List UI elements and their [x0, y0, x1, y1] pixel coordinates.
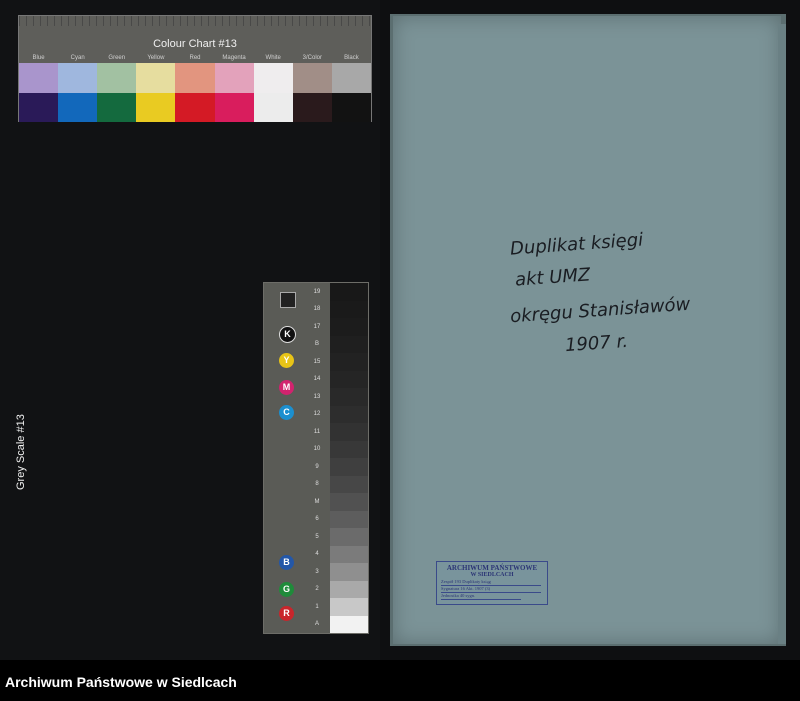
grey-step-number-3: 3 [315, 568, 319, 575]
patch-name-7: 3/Color [302, 55, 322, 61]
colour-chart-light-row [19, 63, 371, 93]
grey-step-number-11: 11 [313, 428, 321, 435]
stamp-line-1: ARCHIWUM PAŃSTWOWE [446, 564, 538, 572]
grey-step-number-18: 18 [313, 306, 321, 313]
patch-name-0: Blue [32, 55, 45, 61]
grey-step-17 [330, 318, 368, 336]
colour-chart-dark-row [19, 93, 371, 122]
grey-step-7 [330, 493, 368, 511]
grey-step-number-15: 15 [313, 358, 321, 365]
grey-scale-logo [280, 292, 296, 308]
colour-chart-title: Colour Chart #13 [153, 38, 237, 50]
channel-dot-c: C [279, 405, 294, 420]
grey-step-number-4: 4 [315, 551, 319, 558]
patch-name-3: Yellow [147, 55, 165, 61]
patch-name-5: Magenta [222, 55, 246, 61]
colour-chart-names: Blue Cyan Green Yellow Red Magenta White 3/Colo… [19, 54, 371, 63]
grey-step-14 [330, 370, 368, 388]
grey-step-number-1: 1 [315, 603, 319, 610]
grey-step-13 [330, 388, 368, 406]
grey-step-12 [330, 405, 368, 423]
channel-dot-k: K [279, 326, 296, 343]
light-patch-3 [136, 63, 176, 93]
grey-step-number-12: 12 [313, 411, 321, 418]
archive-stamp: ARCHIWUM PAŃSTWOWE W SIEDLCACH Zespół 19… [436, 561, 548, 605]
channel-dot-g: G [279, 582, 294, 597]
patch-name-4: Red [189, 55, 201, 61]
patch-name-8: Black [344, 55, 359, 61]
archive-folder [393, 16, 781, 644]
grey-step-18 [330, 300, 368, 318]
grey-step-number-19: 19 [313, 288, 321, 295]
grey-step-19 [330, 283, 368, 301]
light-patch-7 [292, 63, 332, 93]
dark-patch-1 [58, 93, 98, 122]
dark-patch-0 [19, 93, 59, 122]
grey-step-1 [330, 598, 368, 616]
light-patch-2 [97, 63, 137, 93]
colour-chart: Colour Chart #13 Blue Cyan Green Yellow Red M… [18, 15, 372, 122]
dark-patch-5 [214, 93, 254, 122]
grey-scale-strip [330, 283, 368, 633]
grey-step-number-6: 6 [315, 516, 319, 523]
grey-step-number-16: B [314, 341, 319, 348]
grey-step-number-9: 9 [315, 463, 319, 470]
grey-step-number-13: 13 [313, 393, 321, 400]
stamp-line-3: Zespół 193 Duplikaty ksiąg [441, 579, 541, 586]
light-patch-0 [19, 63, 59, 93]
stamp-line-5: Jednostka 40 sygn. [441, 593, 521, 600]
grey-step-0 [330, 615, 368, 633]
grey-step-number-14: 14 [313, 376, 321, 383]
grey-step-10 [330, 440, 368, 458]
grey-step-number-8: 8 [315, 481, 319, 488]
grey-step-4 [330, 545, 368, 563]
dark-patch-7 [292, 93, 332, 122]
dark-patch-3 [136, 93, 176, 122]
dark-patch-6 [253, 93, 293, 122]
grey-step-11 [330, 423, 368, 441]
grey-step-8 [330, 475, 368, 493]
light-patch-6 [253, 63, 293, 93]
grey-step-number-0: A [314, 621, 319, 628]
grey-scale-numbers: A 1 2 3 4 5 6 M 8 9 10 11 12 13 14 15 B 17 18 19 [310, 283, 324, 633]
grey-step-2 [330, 580, 368, 598]
dark-patch-4 [175, 93, 215, 122]
stamp-line-4: Sygnatura 16 Akt. 1907 (3) [441, 586, 541, 593]
channel-dot-b: B [279, 555, 294, 570]
light-patch-5 [214, 63, 254, 93]
grey-step-number-7: M [314, 498, 320, 505]
patch-name-1: Cyan [70, 55, 85, 61]
patch-name-2: Green [108, 55, 126, 61]
patch-name-6: White [265, 55, 281, 61]
grey-step-3 [330, 563, 368, 581]
grey-step-number-5: 5 [315, 533, 319, 540]
grey-step-number-17: 17 [313, 323, 321, 330]
grey-step-number-2: 2 [315, 586, 319, 593]
stamp-line-2: W SIEDLCACH [470, 572, 514, 578]
folder-right-edge [778, 24, 786, 644]
channel-dot-m: M [279, 380, 294, 395]
grey-step-6 [330, 510, 368, 528]
colour-chart-ruler [19, 16, 371, 26]
grey-scale-title: Grey Scale #13 [15, 414, 27, 490]
grey-step-15 [330, 353, 368, 371]
light-patch-8 [331, 63, 371, 93]
dark-patch-2 [97, 93, 137, 122]
light-patch-4 [175, 63, 215, 93]
grey-step-16 [330, 335, 368, 353]
grey-step-number-10: 10 [313, 446, 321, 453]
channel-dot-y: Y [279, 353, 294, 368]
channel-dot-r: R [279, 606, 294, 621]
handwriting-line-4: 1907 r. [564, 330, 629, 357]
footer-archive-name: Archiwum Państwowe w Siedlcach [5, 674, 237, 690]
dark-patch-8 [331, 93, 371, 122]
grey-step-9 [330, 458, 368, 476]
grey-step-5 [330, 528, 368, 546]
light-patch-1 [58, 63, 98, 93]
